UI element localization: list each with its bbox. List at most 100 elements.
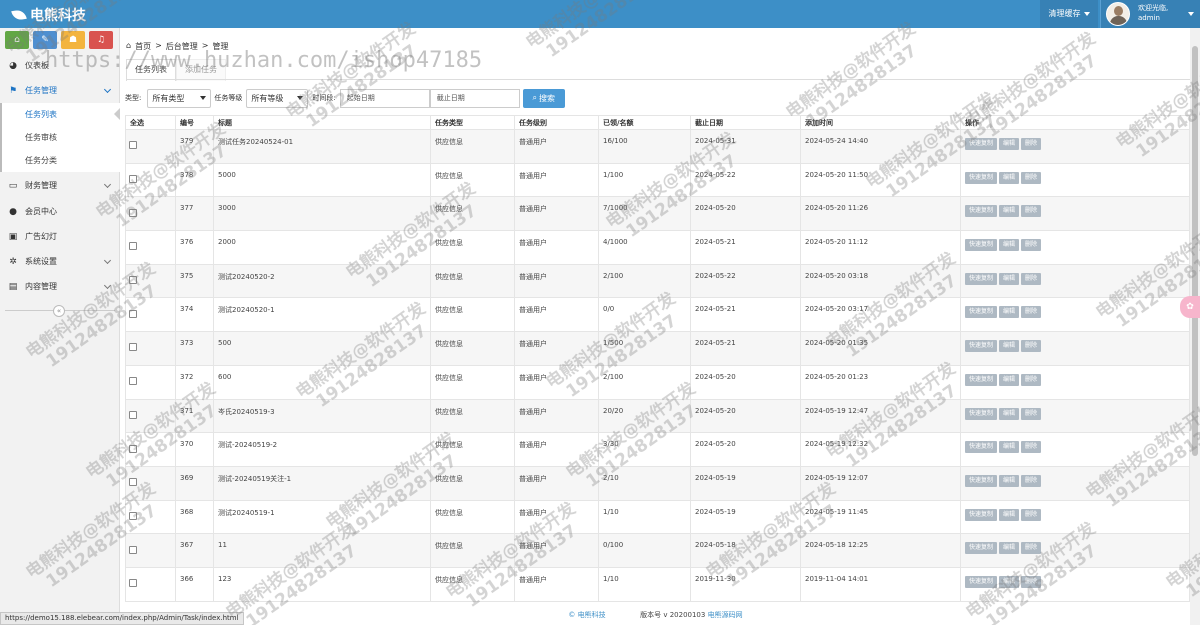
table-cell[interactable]: 测试任务20240524-01 [213, 129, 431, 164]
tab-task-list[interactable]: 任务列表 [126, 59, 176, 81]
table-cell[interactable]: 2000 [213, 230, 431, 265]
table-cell[interactable]: 500 [213, 331, 431, 366]
group-shortcut-button[interactable]: ☗ [61, 31, 85, 49]
table-cell[interactable]: 测试-20240519关注-1 [213, 465, 431, 501]
app-logo[interactable]: 电熊科技 [11, 5, 86, 25]
table-cell[interactable]: 测试20240520-2 [213, 263, 431, 299]
delete-button[interactable]: 删除 [1021, 373, 1042, 386]
edit-button[interactable]: 编辑 [999, 508, 1020, 521]
delete-button[interactable]: 删除 [1021, 306, 1042, 319]
edit-button[interactable]: 编辑 [999, 575, 1020, 588]
sidebar-item-finance[interactable]: ▭ 财务管理 [0, 173, 120, 198]
quick-copy-button[interactable]: 快速复制 [965, 407, 998, 420]
bell-shortcut-button[interactable]: ♫ [89, 31, 113, 49]
clear-cache-button[interactable]: 清理缓存 [1040, 0, 1098, 28]
select-all-header[interactable]: 全选 [125, 115, 176, 130]
sidebar-subitem-task-category[interactable]: 任务分类 [0, 149, 120, 172]
delete-button[interactable]: 删除 [1021, 205, 1042, 218]
start-date-input[interactable]: 起始日期 [339, 88, 430, 108]
delete-button[interactable]: 删除 [1021, 138, 1042, 150]
edit-button[interactable]: 编辑 [999, 306, 1020, 319]
floating-service-icon[interactable]: ✿ [1180, 296, 1200, 318]
table-cell[interactable]: 测试20240519-1 [213, 499, 431, 535]
collapse-button[interactable]: « [53, 305, 65, 317]
delete-button[interactable]: 删除 [1021, 542, 1042, 555]
edit-button[interactable]: 编辑 [999, 542, 1020, 555]
edit-button[interactable]: 编辑 [999, 239, 1020, 252]
sidebar-subitem-task-review[interactable]: 任务审核 [0, 126, 120, 149]
table-cell[interactable]: 600 [213, 364, 431, 400]
row-checkbox[interactable] [129, 511, 137, 520]
sidebar-item-dashboard[interactable]: ◕ 仪表板 [0, 53, 120, 78]
scrollbar[interactable] [1190, 28, 1200, 625]
row-checkbox[interactable] [129, 208, 137, 217]
table-cell[interactable]: 5000 [213, 162, 431, 198]
search-button[interactable]: ⌕ 搜索 [522, 88, 565, 108]
row-checkbox[interactable] [129, 478, 137, 487]
quick-copy-button[interactable]: 快速复制 [965, 441, 998, 454]
row-checkbox[interactable] [129, 410, 137, 419]
edit-button[interactable]: 编辑 [999, 373, 1020, 386]
quick-copy-button[interactable]: 快速复制 [965, 340, 998, 353]
edit-button[interactable]: 编辑 [999, 407, 1020, 420]
row-checkbox[interactable] [129, 579, 137, 588]
level-select[interactable]: 所有等级 [246, 88, 309, 108]
delete-button[interactable]: 删除 [1021, 441, 1042, 454]
home-shortcut-button[interactable]: ⌂ [5, 31, 29, 49]
row-checkbox[interactable] [129, 377, 137, 386]
quick-copy-button[interactable]: 快速复制 [965, 239, 998, 252]
quick-copy-button[interactable]: 快速复制 [965, 171, 998, 184]
edit-button[interactable]: 编辑 [999, 205, 1020, 218]
table-cell[interactable]: 123 [213, 566, 431, 602]
footer-link[interactable]: 电熊源码网 [708, 611, 743, 619]
breadcrumb-home[interactable]: 首页 [135, 41, 151, 52]
table-cell[interactable]: 11 [213, 533, 431, 568]
quick-copy-button[interactable]: 快速复制 [965, 474, 998, 487]
quick-copy-button[interactable]: 快速复制 [965, 138, 998, 150]
row-checkbox[interactable] [129, 309, 137, 318]
edit-button[interactable]: 编辑 [999, 272, 1020, 285]
sidebar-item-tasks[interactable]: ⚑ 任务管理 [0, 78, 120, 103]
table-cell[interactable]: 测试20240520-1 [213, 297, 431, 333]
edit-button[interactable]: 编辑 [999, 474, 1020, 487]
type-select[interactable]: 所有类型 [147, 88, 212, 108]
row-checkbox[interactable] [129, 242, 137, 251]
delete-button[interactable]: 删除 [1021, 272, 1042, 285]
row-checkbox[interactable] [129, 545, 137, 554]
tab-add-task[interactable]: 添加任务 [176, 59, 226, 81]
row-checkbox[interactable] [129, 141, 137, 150]
quick-copy-button[interactable]: 快速复制 [965, 575, 998, 588]
row-checkbox[interactable] [129, 175, 137, 184]
edit-button[interactable]: 编辑 [999, 441, 1020, 454]
quick-copy-button[interactable]: 快速复制 [965, 542, 998, 555]
quick-copy-button[interactable]: 快速复制 [965, 373, 998, 386]
footer-brand[interactable]: © 电熊科技 [568, 611, 605, 619]
row-checkbox[interactable] [129, 343, 137, 352]
table-cell[interactable]: 测试-20240519-2 [213, 432, 431, 467]
sidebar-item-content[interactable]: ▤ 内容管理 [0, 274, 120, 299]
delete-button[interactable]: 删除 [1021, 171, 1042, 184]
edit-shortcut-button[interactable]: ✎ [33, 31, 57, 49]
delete-button[interactable]: 删除 [1021, 239, 1042, 252]
table-cell[interactable]: 3000 [213, 196, 431, 232]
quick-copy-button[interactable]: 快速复制 [965, 306, 998, 319]
row-checkbox[interactable] [129, 444, 137, 453]
edit-button[interactable]: 编辑 [999, 171, 1020, 184]
edit-button[interactable]: 编辑 [999, 138, 1020, 150]
delete-button[interactable]: 删除 [1021, 508, 1042, 521]
quick-copy-button[interactable]: 快速复制 [965, 272, 998, 285]
sidebar-subitem-task-list[interactable]: 任务列表 [0, 103, 120, 126]
end-date-input[interactable]: 截止日期 [429, 88, 520, 108]
row-checkbox[interactable] [129, 276, 137, 285]
delete-button[interactable]: 删除 [1021, 340, 1042, 353]
sidebar-item-settings[interactable]: ✲ 系统设置 [0, 249, 120, 274]
edit-button[interactable]: 编辑 [999, 340, 1020, 353]
sidebar-item-ads[interactable]: ▣ 广告幻灯 [0, 224, 120, 249]
delete-button[interactable]: 删除 [1021, 474, 1042, 487]
breadcrumb-level2[interactable]: 后台管理 [166, 41, 198, 52]
quick-copy-button[interactable]: 快速复制 [965, 205, 998, 218]
delete-button[interactable]: 删除 [1021, 407, 1042, 420]
sidebar-item-members[interactable]: ● 会员中心 [0, 199, 120, 224]
table-cell[interactable]: 岑氏20240519-3 [213, 398, 431, 434]
user-menu[interactable]: 欢迎光临, admin [1100, 0, 1200, 28]
